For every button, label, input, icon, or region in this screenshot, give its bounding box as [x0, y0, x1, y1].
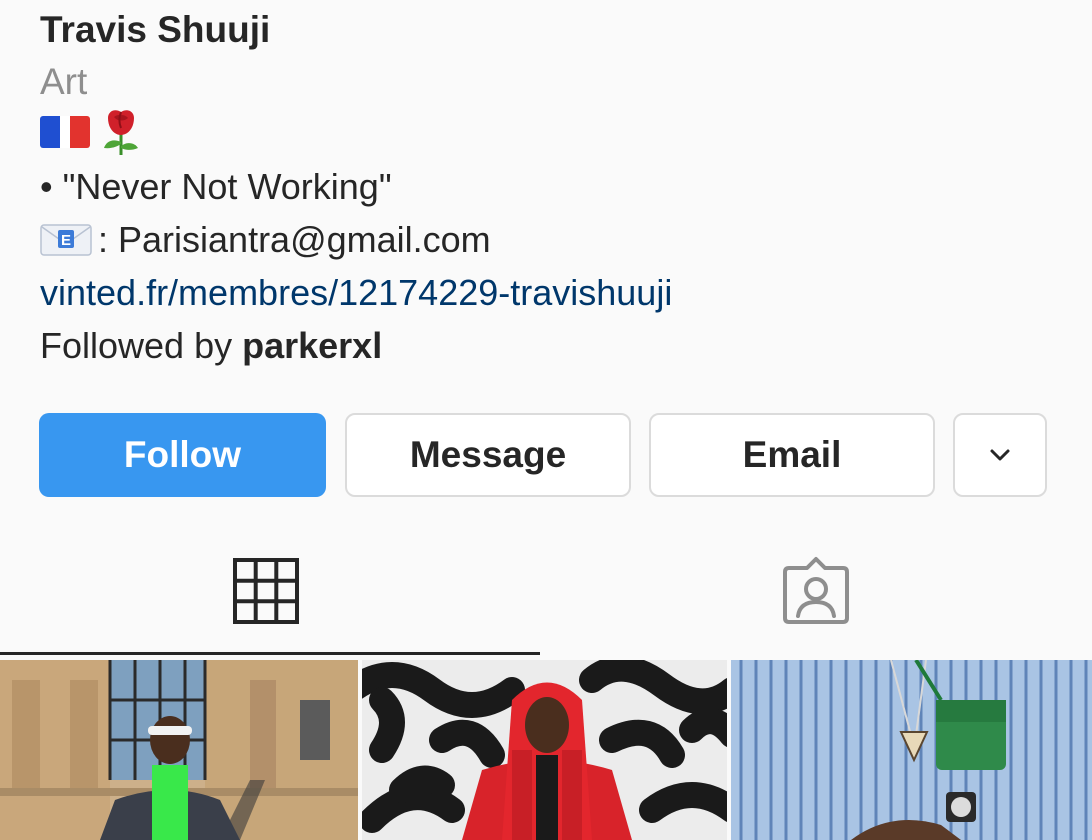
more-options-button[interactable]	[953, 413, 1047, 497]
email-envelope-icon: E	[40, 224, 92, 256]
tab-posts-grid[interactable]	[231, 556, 301, 626]
follow-button[interactable]: Follow	[39, 413, 326, 497]
email-button[interactable]: Email	[649, 413, 935, 497]
post-thumbnail[interactable]	[0, 660, 358, 840]
post-image	[362, 660, 727, 840]
followed-by-prefix: Followed by	[40, 325, 243, 366]
tagged-person-icon	[783, 557, 849, 624]
rose-icon	[104, 110, 138, 155]
profile-category: Art	[40, 61, 88, 102]
followed-by: Followed by parkerxl	[40, 324, 382, 368]
svg-text:E: E	[61, 232, 71, 249]
bio-quote: • "Never Not Working"	[40, 166, 392, 207]
bio-email-line: E : Parisiantra@gmail.com	[40, 218, 491, 262]
france-flag-icon	[40, 116, 90, 148]
profile-name: Travis Shuuji	[40, 9, 271, 50]
bio-email-text: : Parisiantra@gmail.com	[98, 219, 491, 260]
bio-website-link[interactable]: vinted.fr/membres/12174229-travishuuji	[40, 271, 672, 315]
post-image	[731, 660, 1092, 840]
active-tab-indicator	[0, 652, 540, 655]
bio-emoji-row	[40, 108, 142, 156]
post-thumbnail[interactable]	[362, 660, 727, 840]
post-thumbnail[interactable]	[731, 660, 1092, 840]
followed-by-user[interactable]: parkerxl	[242, 325, 382, 366]
tab-tagged[interactable]	[781, 556, 851, 626]
post-image	[0, 660, 358, 840]
chevron-down-icon	[990, 449, 1010, 461]
grid-icon	[233, 558, 299, 624]
message-button[interactable]: Message	[345, 413, 631, 497]
